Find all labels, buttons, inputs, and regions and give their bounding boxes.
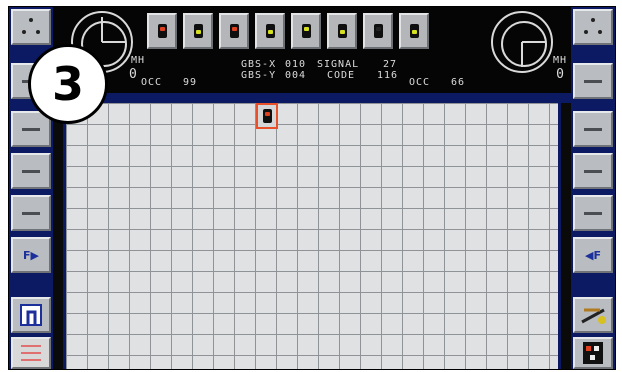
yellow-diagonal-signal-icon: [409, 24, 419, 38]
left-gauge-unit: MH: [131, 55, 146, 66]
right-softkey-1[interactable]: [573, 63, 613, 99]
right-gauge-unit: MH: [552, 55, 567, 66]
track-layout-grid[interactable]: [63, 103, 561, 369]
gbs-x-label: GBS-X: [241, 59, 277, 70]
dash-icon: [22, 127, 40, 131]
left-softkey-4[interactable]: [11, 195, 51, 231]
signal-value: 27: [383, 59, 398, 70]
signal-aspect-button[interactable]: [363, 13, 393, 49]
left-softkey-3[interactable]: [11, 153, 51, 189]
right-softkey-panel: ◀F: [571, 7, 615, 369]
top-divider-bar: [53, 93, 571, 103]
dash-icon: [584, 211, 602, 215]
gbs-x-value: 010: [285, 59, 307, 70]
dark-signal-icon: [373, 24, 383, 38]
list-button[interactable]: [11, 337, 51, 369]
list-lines-icon: [21, 345, 41, 361]
left-occ-value: 99: [183, 77, 198, 88]
gbs-y-value: 004: [285, 70, 307, 81]
dash-icon: [22, 169, 40, 173]
red-signal-icon: [262, 109, 272, 123]
yellow-bracket-signal-icon: [337, 24, 347, 38]
signal-view-button[interactable]: [573, 337, 613, 369]
signal-aspect-button[interactable]: [183, 13, 213, 49]
signal-aspect-button[interactable]: [327, 13, 357, 49]
yellow-signal-icon: [193, 24, 203, 38]
signal-aspect-button[interactable]: [219, 13, 249, 49]
red-yellow-signal-icon: [229, 24, 239, 38]
left-f-key[interactable]: F▶: [11, 237, 51, 273]
grid-view-button[interactable]: [11, 297, 51, 333]
dash-icon: [584, 127, 602, 131]
top-status-bar: MH 0 MH 0 OCC 99 GBS-X 010 GBS-Y 004 SIG…: [53, 7, 571, 93]
dash-icon: [584, 79, 602, 83]
right-f-key[interactable]: ◀F: [573, 237, 613, 273]
callout-badge: 3: [28, 44, 108, 124]
dash-icon: [584, 169, 602, 173]
left-occ-label: OCC: [141, 77, 163, 88]
dash-icon: [22, 211, 40, 215]
left-gauge-value: 0: [129, 67, 138, 82]
right-occ-value: 66: [451, 77, 466, 88]
right-menu-button[interactable]: [573, 9, 613, 45]
right-softkey-4[interactable]: [573, 195, 613, 231]
right-gauge-value: 0: [556, 67, 565, 82]
signal-aspect-button[interactable]: [255, 13, 285, 49]
code-value: 116: [377, 70, 399, 81]
track-switch-icon: [581, 308, 606, 324]
yellow-bracket-signal-icon: [265, 24, 275, 38]
right-speed-gauge: [491, 11, 553, 73]
right-softkey-2[interactable]: [573, 111, 613, 147]
three-dots-icon: [20, 17, 42, 37]
grid-map-icon: [20, 304, 42, 326]
three-dots-icon: [582, 17, 604, 37]
signal-aspect-button[interactable]: [147, 13, 177, 49]
right-occ-label: OCC: [409, 77, 431, 88]
yellow-signal-icon: [301, 24, 311, 38]
gbs-y-label: GBS-Y: [241, 70, 277, 81]
signal-panel-icon: [583, 342, 603, 364]
right-softkey-3[interactable]: [573, 153, 613, 189]
selected-signal-cursor[interactable]: [256, 103, 278, 129]
left-menu-button[interactable]: [11, 9, 51, 45]
track-switch-button[interactable]: [573, 297, 613, 333]
signal-label: SIGNAL: [317, 59, 360, 70]
code-label: CODE: [327, 70, 356, 81]
gauge-needle-icon: [521, 41, 545, 67]
signal-aspect-button[interactable]: [399, 13, 429, 49]
signal-aspect-button[interactable]: [291, 13, 321, 49]
red-signal-icon: [157, 24, 167, 38]
